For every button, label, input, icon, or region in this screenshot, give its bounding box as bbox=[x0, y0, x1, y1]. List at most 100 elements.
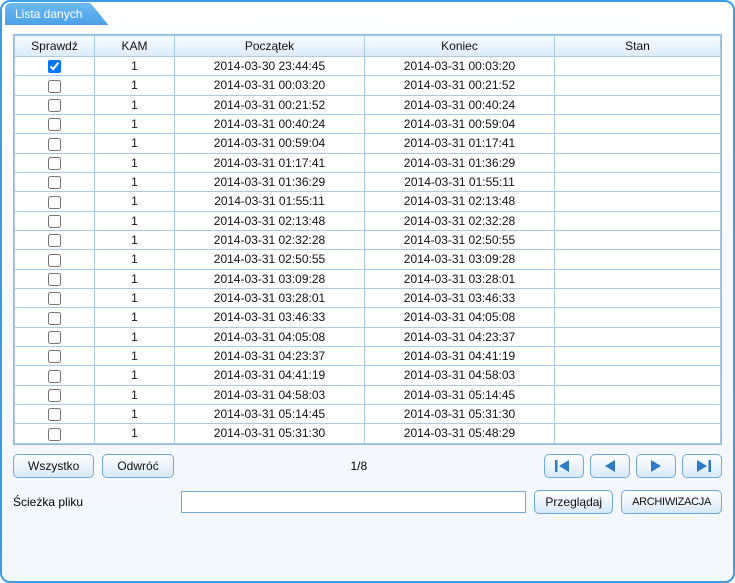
row-checkbox[interactable] bbox=[48, 176, 61, 189]
table-row[interactable]: 12014-03-31 00:21:522014-03-31 00:40:24 bbox=[15, 95, 721, 114]
row-checkbox[interactable] bbox=[48, 350, 61, 363]
table-row[interactable]: 12014-03-31 00:03:202014-03-31 00:21:52 bbox=[15, 76, 721, 95]
table-row[interactable]: 12014-03-31 00:40:242014-03-31 00:59:04 bbox=[15, 114, 721, 133]
cell-end: 2014-03-31 00:03:20 bbox=[365, 57, 555, 76]
col-header-end[interactable]: Koniec bbox=[365, 36, 555, 57]
cell-stan bbox=[555, 57, 721, 76]
row-checkbox[interactable] bbox=[48, 60, 61, 73]
first-page-button[interactable] bbox=[544, 454, 584, 478]
table-row[interactable]: 12014-03-31 05:31:302014-03-31 05:48:29 bbox=[15, 424, 721, 443]
invert-button[interactable]: Odwróć bbox=[102, 454, 173, 478]
cell-kam: 1 bbox=[95, 230, 175, 249]
cell-kam: 1 bbox=[95, 327, 175, 346]
row-checkbox[interactable] bbox=[48, 273, 61, 286]
cell-start: 2014-03-31 03:46:33 bbox=[175, 308, 365, 327]
cell-end: 2014-03-31 03:46:33 bbox=[365, 288, 555, 307]
cell-end: 2014-03-31 05:31:30 bbox=[365, 404, 555, 423]
cell-end: 2014-03-31 00:59:04 bbox=[365, 114, 555, 133]
row-checkbox[interactable] bbox=[48, 428, 61, 441]
last-page-button[interactable] bbox=[682, 454, 722, 478]
cell-start: 2014-03-31 02:13:48 bbox=[175, 211, 365, 230]
cell-end: 2014-03-31 00:21:52 bbox=[365, 76, 555, 95]
prev-icon bbox=[603, 460, 617, 472]
cell-stan bbox=[555, 346, 721, 365]
cell-kam: 1 bbox=[95, 134, 175, 153]
cell-start: 2014-03-31 04:05:08 bbox=[175, 327, 365, 346]
cell-end: 2014-03-31 05:48:29 bbox=[365, 424, 555, 443]
cell-stan bbox=[555, 134, 721, 153]
table-row[interactable]: 12014-03-31 03:09:282014-03-31 03:28:01 bbox=[15, 269, 721, 288]
col-header-stan[interactable]: Stan bbox=[555, 36, 721, 57]
col-header-check[interactable]: Sprawdź bbox=[15, 36, 95, 57]
cell-end: 2014-03-31 04:41:19 bbox=[365, 346, 555, 365]
table-row[interactable]: 12014-03-31 02:50:552014-03-31 03:09:28 bbox=[15, 250, 721, 269]
table-row[interactable]: 12014-03-31 01:36:292014-03-31 01:55:11 bbox=[15, 172, 721, 191]
row-checkbox[interactable] bbox=[48, 408, 61, 421]
cell-end: 2014-03-31 04:58:03 bbox=[365, 366, 555, 385]
cell-start: 2014-03-31 00:21:52 bbox=[175, 95, 365, 114]
row-checkbox[interactable] bbox=[48, 118, 61, 131]
table-row[interactable]: 12014-03-31 04:23:372014-03-31 04:41:19 bbox=[15, 346, 721, 365]
table-row[interactable]: 12014-03-31 04:41:192014-03-31 04:58:03 bbox=[15, 366, 721, 385]
pagination-row: Wszystko Odwróć 1/8 bbox=[13, 454, 722, 478]
cell-stan bbox=[555, 114, 721, 133]
cell-kam: 1 bbox=[95, 346, 175, 365]
cell-end: 2014-03-31 01:17:41 bbox=[365, 134, 555, 153]
row-checkbox[interactable] bbox=[48, 312, 61, 325]
cell-kam: 1 bbox=[95, 76, 175, 95]
cell-end: 2014-03-31 04:05:08 bbox=[365, 308, 555, 327]
cell-check bbox=[15, 269, 95, 288]
table-row[interactable]: 12014-03-31 05:14:452014-03-31 05:31:30 bbox=[15, 404, 721, 423]
cell-end: 2014-03-31 03:09:28 bbox=[365, 250, 555, 269]
cell-stan bbox=[555, 366, 721, 385]
table-row[interactable]: 12014-03-31 00:59:042014-03-31 01:17:41 bbox=[15, 134, 721, 153]
table-row[interactable]: 12014-03-31 03:46:332014-03-31 04:05:08 bbox=[15, 308, 721, 327]
col-header-start[interactable]: Początek bbox=[175, 36, 365, 57]
row-checkbox[interactable] bbox=[48, 254, 61, 267]
select-all-button[interactable]: Wszystko bbox=[13, 454, 94, 478]
row-checkbox[interactable] bbox=[48, 196, 61, 209]
row-checkbox[interactable] bbox=[48, 157, 61, 170]
row-checkbox[interactable] bbox=[48, 215, 61, 228]
cell-check bbox=[15, 95, 95, 114]
row-checkbox[interactable] bbox=[48, 80, 61, 93]
prev-page-button[interactable] bbox=[590, 454, 630, 478]
row-checkbox[interactable] bbox=[48, 138, 61, 151]
cell-kam: 1 bbox=[95, 288, 175, 307]
cell-kam: 1 bbox=[95, 308, 175, 327]
table-row[interactable]: 12014-03-31 04:58:032014-03-31 05:14:45 bbox=[15, 385, 721, 404]
row-checkbox[interactable] bbox=[48, 99, 61, 112]
cell-end: 2014-03-31 02:50:55 bbox=[365, 230, 555, 249]
cell-check bbox=[15, 192, 95, 211]
row-checkbox[interactable] bbox=[48, 370, 61, 383]
cell-kam: 1 bbox=[95, 192, 175, 211]
cell-kam: 1 bbox=[95, 153, 175, 172]
cell-start: 2014-03-31 02:50:55 bbox=[175, 250, 365, 269]
data-table: Sprawdź KAM Początek Koniec Stan 12014-0… bbox=[14, 35, 721, 444]
row-checkbox[interactable] bbox=[48, 292, 61, 305]
col-header-kam[interactable]: KAM bbox=[95, 36, 175, 57]
cell-start: 2014-03-31 01:55:11 bbox=[175, 192, 365, 211]
browse-button[interactable]: Przeglądaj bbox=[534, 490, 613, 514]
row-checkbox[interactable] bbox=[48, 331, 61, 344]
next-page-button[interactable] bbox=[636, 454, 676, 478]
cell-stan bbox=[555, 288, 721, 307]
table-row[interactable]: 12014-03-31 02:32:282014-03-31 02:50:55 bbox=[15, 230, 721, 249]
row-checkbox[interactable] bbox=[48, 389, 61, 402]
table-row[interactable]: 12014-03-30 23:44:452014-03-31 00:03:20 bbox=[15, 57, 721, 76]
path-input[interactable] bbox=[181, 491, 526, 513]
tab-title: Lista danych bbox=[5, 3, 108, 25]
cell-start: 2014-03-31 01:36:29 bbox=[175, 172, 365, 191]
table-row[interactable]: 12014-03-31 02:13:482014-03-31 02:32:28 bbox=[15, 211, 721, 230]
table-row[interactable]: 12014-03-31 01:55:112014-03-31 02:13:48 bbox=[15, 192, 721, 211]
table-row[interactable]: 12014-03-31 04:05:082014-03-31 04:23:37 bbox=[15, 327, 721, 346]
cell-kam: 1 bbox=[95, 404, 175, 423]
archive-button[interactable]: ARCHIWIZACJA bbox=[621, 490, 722, 514]
cell-stan bbox=[555, 172, 721, 191]
row-checkbox[interactable] bbox=[48, 234, 61, 247]
cell-kam: 1 bbox=[95, 269, 175, 288]
next-icon bbox=[649, 460, 663, 472]
table-row[interactable]: 12014-03-31 01:17:412014-03-31 01:36:29 bbox=[15, 153, 721, 172]
table-row[interactable]: 12014-03-31 03:28:012014-03-31 03:46:33 bbox=[15, 288, 721, 307]
cell-kam: 1 bbox=[95, 57, 175, 76]
